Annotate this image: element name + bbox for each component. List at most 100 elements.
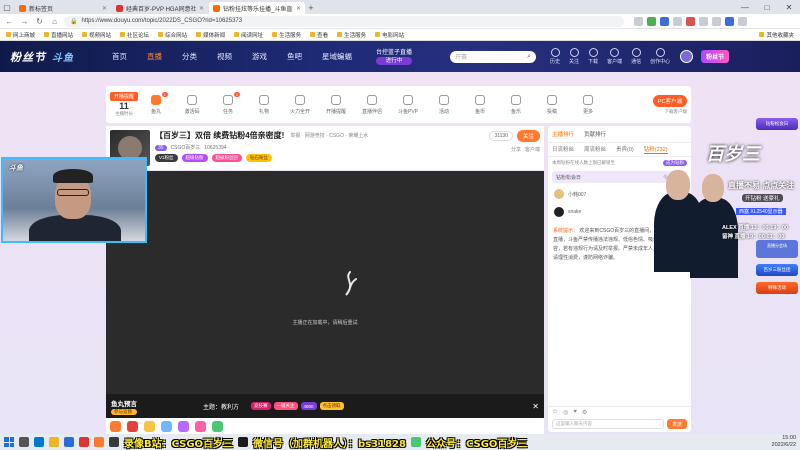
nav-yuba[interactable]: 鱼吧 — [287, 51, 302, 62]
room-tag[interactable]: V1粉丝 — [155, 154, 178, 162]
download-button[interactable]: 下载 — [588, 48, 598, 65]
extension-icon[interactable] — [660, 16, 669, 26]
search-input[interactable]: 开赛 ⌕ — [450, 50, 537, 63]
gift-icon[interactable] — [195, 420, 206, 432]
promo-item[interactable]: 特殊活动 — [756, 282, 798, 294]
app-icon[interactable] — [94, 437, 104, 447]
history-button[interactable]: 历史 — [550, 48, 560, 65]
app-icon[interactable] — [410, 437, 421, 447]
close-icon[interactable]: ✕ — [102, 5, 107, 12]
extension-icon[interactable] — [634, 16, 643, 26]
new-tab-plus-icon[interactable]: + — [305, 2, 317, 14]
room-tag[interactable]: 超级钻粉 — [181, 154, 208, 162]
bookmark-item[interactable]: 生活服务 — [337, 31, 366, 39]
extension-icon[interactable] — [673, 16, 682, 26]
file-explorer-icon[interactable] — [49, 437, 59, 447]
nav-video[interactable]: 视频 — [217, 51, 232, 62]
header-event-badge[interactable]: 粉丝节 — [701, 50, 730, 63]
back-arrow-icon[interactable]: ← — [4, 16, 15, 27]
bookmark-item[interactable]: 社区论坛 — [120, 31, 149, 39]
settings-icon[interactable]: ⚙ — [582, 409, 587, 416]
room-tag[interactable]: 钻石粉丝 — [246, 154, 273, 162]
windows-start-icon[interactable] — [4, 437, 14, 447]
promo-item[interactable]: 百岁三粉丝团 — [756, 264, 798, 276]
more-menu-icon[interactable] — [738, 16, 747, 26]
forward-arrow-icon[interactable]: → — [19, 16, 30, 27]
tool-more[interactable]: 更多 — [570, 94, 606, 115]
maximize-icon[interactable]: □ — [756, 0, 778, 14]
promo-mini[interactable]: 直播分会场 — [756, 240, 798, 258]
user-avatar[interactable] — [680, 50, 694, 63]
bookmark-other-folder[interactable]: 其他收藏夹 — [759, 31, 794, 39]
tool-upload[interactable]: 投稿 — [534, 94, 570, 115]
bookmark-item[interactable]: 电影网站 — [375, 31, 404, 39]
bookmark-item[interactable]: 阅读网址 — [234, 31, 263, 39]
client-button[interactable]: 客户端 — [607, 48, 622, 65]
message-button[interactable]: 通信 — [631, 48, 641, 65]
fans-icon[interactable]: ♥ — [573, 409, 577, 416]
share-button[interactable]: 分享 — [511, 146, 521, 153]
bookmark-item[interactable]: 视频网站 — [82, 31, 111, 39]
tab-anchor-rank[interactable]: 主播排行 — [552, 130, 574, 138]
tool-gift[interactable]: 礼物 — [246, 94, 282, 115]
video-player[interactable]: 主播正在加载中，请稍后重试 — [106, 171, 544, 394]
browser-tab-2[interactable]: 经典百岁-PVP HGA同意社区 ✕ — [112, 2, 208, 14]
site-logo[interactable]: 粉丝节 斗鱼 — [10, 49, 74, 65]
tool-fishball[interactable]: 1 鱼丸 — [138, 91, 174, 115]
tool-companion[interactable]: 直播伴侣 — [354, 94, 390, 115]
search-icon[interactable]: ⌕ — [527, 53, 531, 61]
room-tag[interactable]: 超级粉丝团 — [211, 154, 243, 162]
app-icon[interactable] — [238, 437, 249, 447]
window-menu-icon[interactable]: ▢ — [0, 0, 14, 14]
bookmark-item[interactable]: 查看 — [310, 31, 328, 39]
event-segment[interactable]: 竞技赛 — [251, 402, 271, 410]
gift-icon[interactable] — [161, 420, 172, 432]
tool-pvp[interactable]: 斗鱼PVP — [390, 94, 426, 115]
client-watch-button[interactable]: 客户端 — [525, 146, 540, 153]
bookmark-item[interactable]: 网上商城 — [6, 31, 35, 39]
browser-tab-3-active[interactable]: 钻粉挂炫等乐挂播_斗鱼直播平台 ✕ — [209, 2, 305, 14]
tab-daily-fans[interactable]: 日流粉丝 — [552, 145, 574, 154]
streamer-name[interactable]: CSGO百岁三 — [171, 144, 201, 151]
close-icon[interactable]: ✕ — [199, 5, 204, 12]
extension-icon[interactable] — [712, 16, 721, 26]
follow-button[interactable]: 关注 — [569, 48, 579, 65]
tool-activation[interactable]: 激活码 — [174, 94, 210, 115]
nav-category[interactable]: 分类 — [182, 51, 197, 62]
stream-time-box[interactable]: 开播提醒 11 主播时长 — [110, 92, 138, 117]
tab-contribution-rank[interactable]: 贡献排行 — [584, 130, 606, 138]
tab-weekly-fans[interactable]: 周流粉丝 — [584, 145, 606, 154]
tool-fun[interactable]: 鱼乐 — [498, 94, 534, 115]
gift-icon[interactable] — [110, 420, 121, 432]
gift-icon[interactable] — [178, 420, 189, 432]
nav-home[interactable]: 首页 — [112, 51, 127, 62]
header-promo[interactable]: 台控蓝子直播 进行中 — [376, 49, 413, 65]
promo-item[interactable]: 钻粉松会日 — [756, 118, 798, 130]
event-claim[interactable]: 点击领取 — [319, 402, 344, 410]
bookmark-item[interactable]: 生活服务 — [272, 31, 301, 39]
browser-tab-1[interactable]: 新标签页 ✕ — [15, 2, 111, 14]
bookmark-item[interactable]: 媒体新闻 — [196, 31, 225, 39]
tab-vip[interactable]: 贵宾(0) — [616, 145, 634, 154]
creator-button[interactable]: 创作中心 — [650, 48, 670, 65]
nav-star[interactable]: 星域蝙蝠 — [322, 51, 352, 62]
gift-icon[interactable] — [127, 420, 138, 432]
close-window-icon[interactable]: ✕ — [778, 0, 800, 14]
yugao-panel[interactable]: 鱼丸预言 参与竞猜 — [111, 398, 137, 415]
emoji-icon[interactable]: ☺ — [552, 409, 558, 416]
edge-browser-icon[interactable] — [34, 437, 44, 447]
event-segment[interactable]: 4900 — [300, 402, 317, 410]
close-icon[interactable]: ✕ — [532, 402, 539, 411]
profile-avatar-icon[interactable] — [725, 16, 734, 26]
chat-input[interactable]: 这里输入聊天内容 — [552, 419, 664, 429]
nav-live[interactable]: 直播 — [147, 51, 162, 62]
bullet-icon[interactable]: ◎ — [563, 409, 568, 416]
room-category[interactable]: 举报 · 网游竞技 · CSGO · 荣耀上水 — [290, 132, 368, 139]
gift-icon[interactable] — [212, 420, 223, 432]
app-icon[interactable] — [64, 437, 74, 447]
extension-icon[interactable] — [699, 16, 708, 26]
send-button[interactable]: 发送 — [666, 419, 687, 429]
minimize-icon[interactable]: — — [734, 0, 756, 14]
bookmark-item[interactable]: 综合网站 — [158, 31, 187, 39]
tool-activity[interactable]: 活动 — [426, 94, 462, 115]
